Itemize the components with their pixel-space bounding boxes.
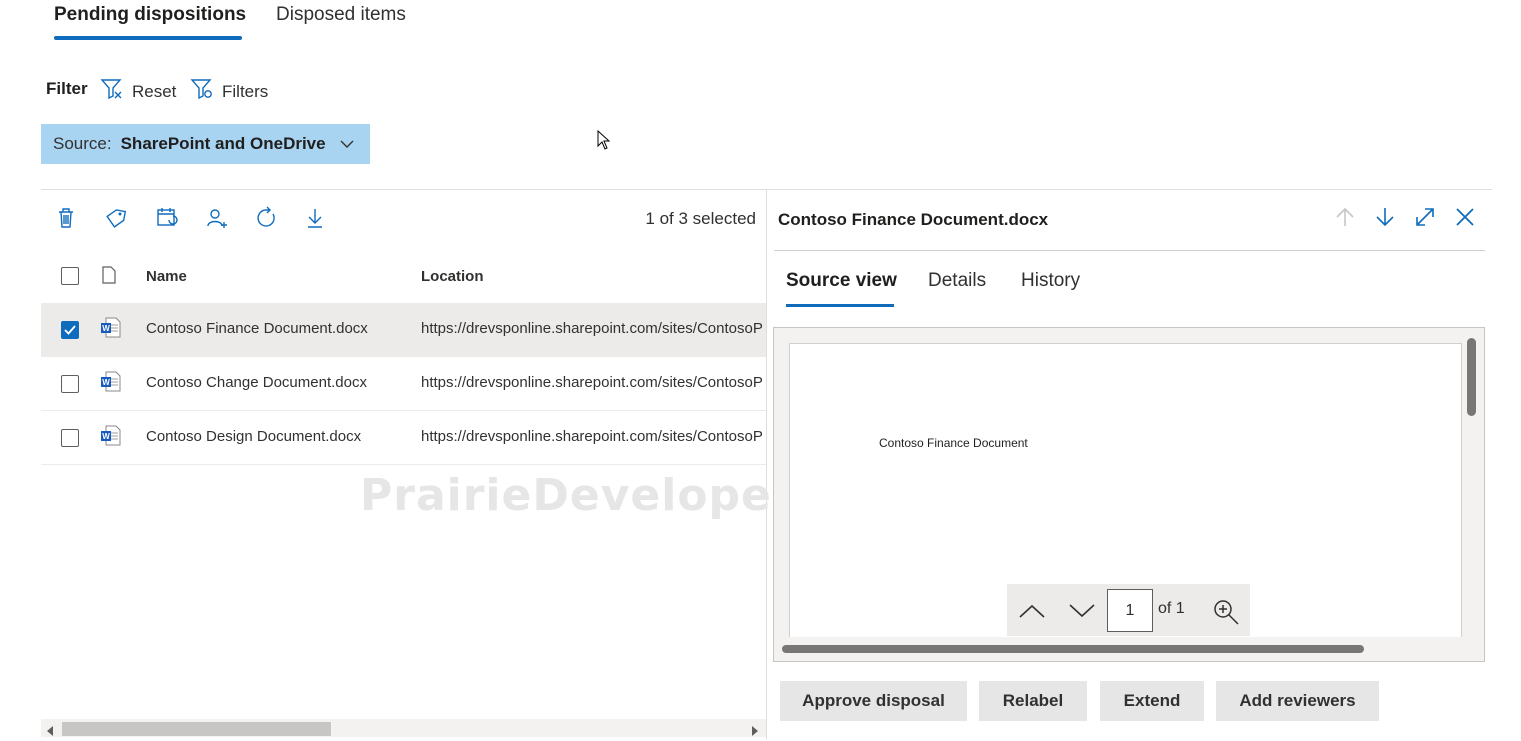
document-text: Contoso Finance Document <box>879 436 1028 450</box>
filter-settings-icon <box>190 78 214 105</box>
tab-history[interactable]: History <box>1021 270 1080 292</box>
active-tab-indicator <box>54 36 242 40</box>
row-name[interactable]: Contoso Change Document.docx <box>146 374 406 391</box>
source-value: SharePoint and OneDrive <box>120 134 326 153</box>
details-pane-title: Contoso Finance Document.docx <box>778 210 1049 229</box>
previous-page-icon[interactable] <box>1017 596 1047 626</box>
add-reviewers-button[interactable]: Add reviewers <box>1216 681 1379 721</box>
filters-label: Filters <box>222 81 269 101</box>
relabel-button[interactable]: Relabel <box>979 681 1087 721</box>
svg-text:W: W <box>102 324 110 333</box>
source-dropdown[interactable]: Source: SharePoint and OneDrive <box>41 124 370 164</box>
reset-label: Reset <box>132 81 177 101</box>
arrow-up-icon[interactable] <box>1333 205 1357 229</box>
extend-button[interactable]: Extend <box>1100 681 1204 721</box>
chevron-down-icon <box>340 134 354 154</box>
row-location: https://drevsponline.sharepoint.com/site… <box>421 320 763 337</box>
row-location: https://drevsponline.sharepoint.com/site… <box>421 428 763 445</box>
scrollbar-thumb[interactable] <box>62 722 331 736</box>
next-page-icon[interactable] <box>1067 596 1097 626</box>
row-checkbox[interactable] <box>61 321 79 339</box>
filter-clear-icon <box>100 78 124 105</box>
row-location: https://drevsponline.sharepoint.com/site… <box>421 374 763 391</box>
zoom-in-icon[interactable] <box>1211 597 1241 627</box>
tab-source-view[interactable]: Source view <box>786 270 897 292</box>
source-prefix: Source: <box>53 134 112 153</box>
scroll-left-icon[interactable] <box>46 723 54 741</box>
svg-text:W: W <box>102 378 110 387</box>
word-document-icon: W <box>100 317 122 344</box>
extend-icon[interactable] <box>153 204 181 232</box>
selected-count: 1 of 3 selected <box>645 209 756 228</box>
word-document-icon: W <box>100 371 122 398</box>
column-header-location[interactable]: Location <box>421 268 484 285</box>
expand-icon[interactable] <box>1413 205 1437 229</box>
reset-button[interactable]: Reset <box>100 78 176 105</box>
scroll-right-icon[interactable] <box>751 723 759 741</box>
row-name[interactable]: Contoso Design Document.docx <box>146 428 406 445</box>
tab-disposed-items[interactable]: Disposed items <box>276 4 406 26</box>
pane-header-divider <box>774 250 1485 251</box>
column-header-name[interactable]: Name <box>146 268 187 285</box>
word-document-icon: W <box>100 425 122 452</box>
pane-divider <box>766 190 767 739</box>
filters-button[interactable]: Filters <box>190 78 268 105</box>
page-count-label: of 1 <box>1158 600 1185 617</box>
approve-disposal-button[interactable]: Approve disposal <box>780 681 967 721</box>
delete-icon[interactable] <box>52 204 80 232</box>
svg-text:W: W <box>102 432 110 441</box>
relabel-icon[interactable] <box>102 204 130 232</box>
close-icon[interactable] <box>1453 205 1477 229</box>
tab-details[interactable]: Details <box>928 270 986 292</box>
row-checkbox[interactable] <box>61 375 79 393</box>
row-name[interactable]: Contoso Finance Document.docx <box>146 320 406 337</box>
select-all-checkbox[interactable] <box>61 267 79 285</box>
add-reviewer-icon[interactable] <box>203 204 231 232</box>
download-icon[interactable] <box>301 204 329 232</box>
row-checkbox[interactable] <box>61 429 79 447</box>
mouse-cursor-icon <box>597 129 611 155</box>
page-number-input[interactable]: 1 <box>1107 589 1153 632</box>
viewer-horizontal-scrollbar[interactable] <box>782 645 1364 653</box>
viewer-vertical-scrollbar[interactable] <box>1467 338 1476 416</box>
filter-label: Filter <box>46 79 88 98</box>
file-type-header-icon <box>101 266 117 289</box>
tab-pending-dispositions[interactable]: Pending dispositions <box>54 4 246 26</box>
pane-active-tab-indicator <box>786 304 894 307</box>
refresh-icon[interactable] <box>252 204 280 232</box>
arrow-down-icon[interactable] <box>1373 205 1397 229</box>
